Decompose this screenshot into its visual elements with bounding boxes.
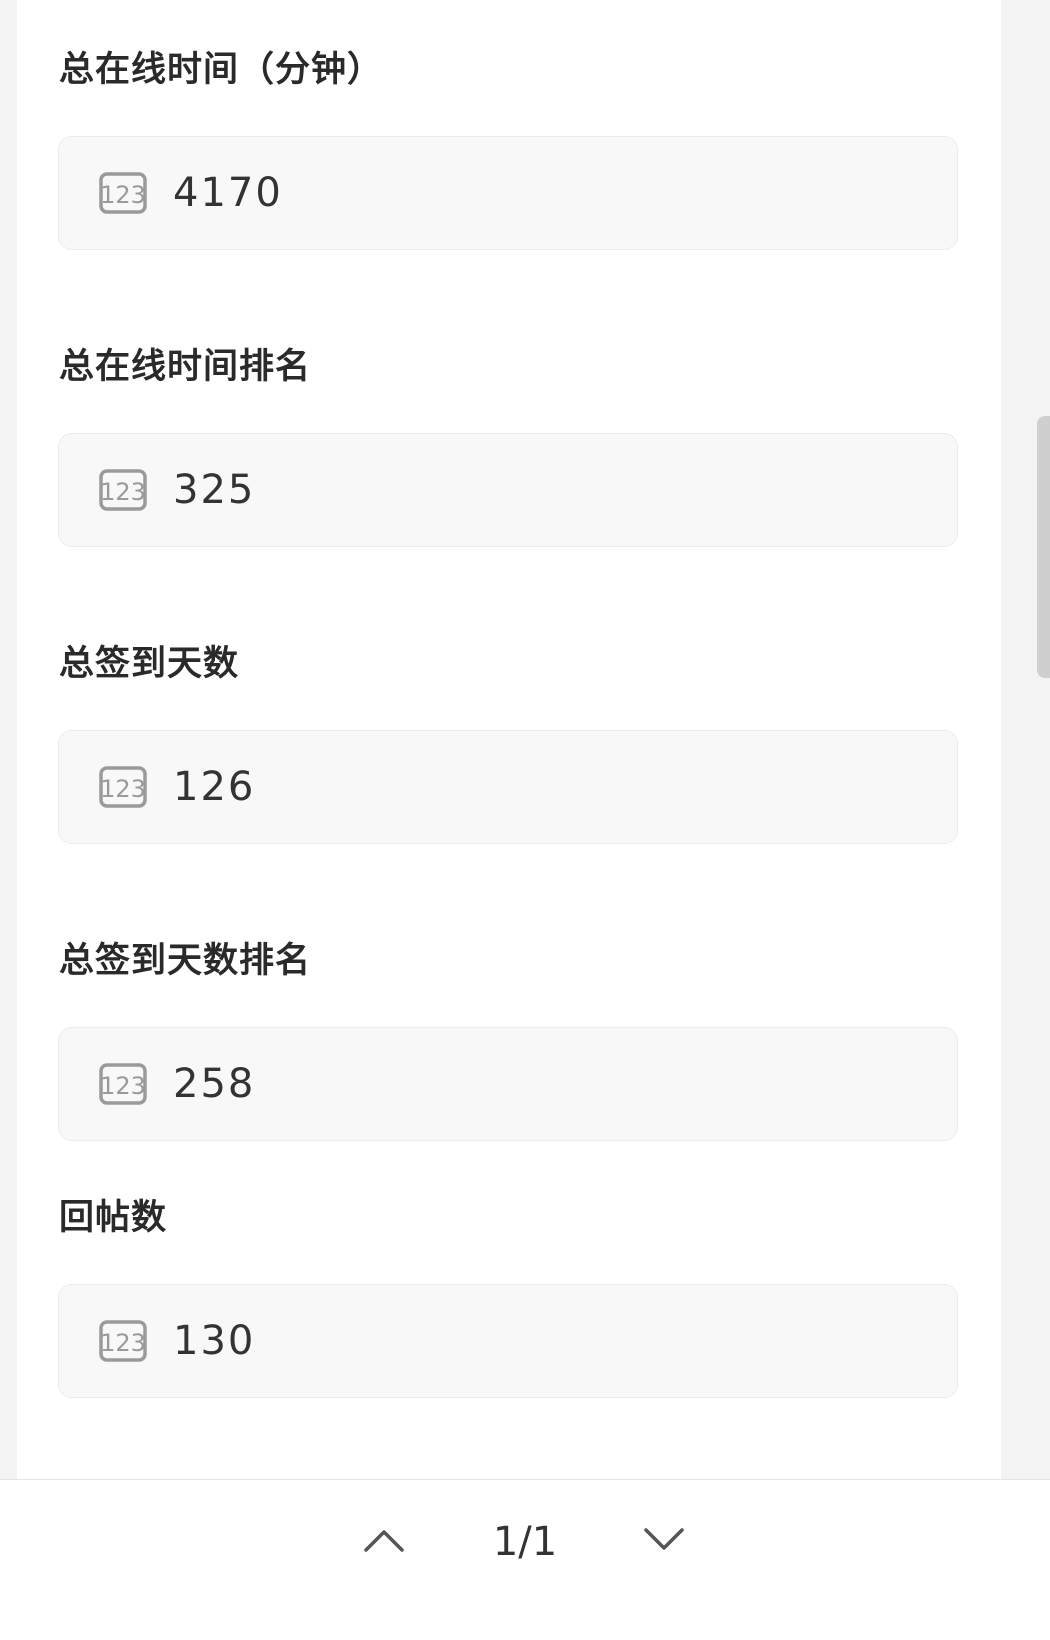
svg-text:123: 123 bbox=[100, 478, 146, 506]
previous-page-button[interactable] bbox=[354, 1510, 414, 1570]
field-value: 4170 bbox=[173, 170, 283, 216]
field-label-reply-count: 回帖数 bbox=[59, 1198, 168, 1238]
number-123-icon: 123 bbox=[99, 1320, 147, 1362]
chevron-up-icon bbox=[364, 1530, 404, 1552]
field-label-total-checkin-days: 总签到天数 bbox=[59, 644, 240, 684]
svg-text:123: 123 bbox=[100, 1072, 146, 1100]
svg-text:123: 123 bbox=[100, 775, 146, 803]
chevron-down-icon bbox=[644, 1528, 684, 1550]
svg-text:123: 123 bbox=[100, 181, 146, 209]
number-123-icon: 123 bbox=[99, 1063, 147, 1105]
pager-bar: 1/1 bbox=[0, 1479, 1050, 1640]
field-label-total-checkin-rank: 总签到天数排名 bbox=[59, 941, 312, 981]
field-total-checkin-days[interactable]: 123 126 bbox=[58, 730, 958, 844]
number-123-icon: 123 bbox=[99, 172, 147, 214]
svg-text:123: 123 bbox=[100, 1329, 146, 1357]
field-reply-count[interactable]: 123 130 bbox=[58, 1284, 958, 1398]
field-value: 126 bbox=[173, 764, 256, 810]
field-label-total-online-time: 总在线时间（分钟） bbox=[59, 50, 384, 90]
number-123-icon: 123 bbox=[99, 469, 147, 511]
scrollbar-thumb[interactable] bbox=[1037, 416, 1050, 678]
field-value: 325 bbox=[173, 467, 256, 513]
field-value: 130 bbox=[173, 1318, 256, 1364]
field-total-online-time[interactable]: 123 4170 bbox=[58, 136, 958, 250]
field-value: 258 bbox=[173, 1061, 256, 1107]
number-123-icon: 123 bbox=[99, 766, 147, 808]
page-indicator: 1/1 bbox=[492, 1519, 558, 1565]
field-total-checkin-rank[interactable]: 123 258 bbox=[58, 1027, 958, 1141]
field-label-total-online-rank: 总在线时间排名 bbox=[59, 347, 312, 387]
next-page-button[interactable] bbox=[634, 1510, 694, 1570]
field-total-online-rank[interactable]: 123 325 bbox=[58, 433, 958, 547]
